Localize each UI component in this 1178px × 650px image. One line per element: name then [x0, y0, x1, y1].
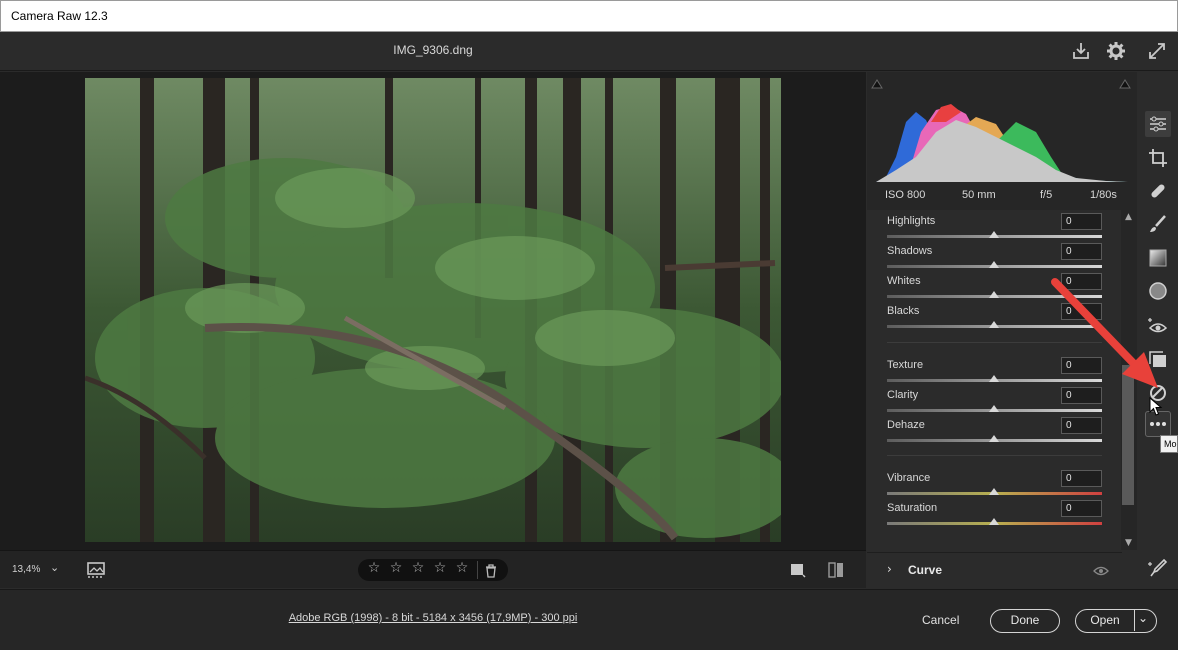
texture-label: Texture: [887, 359, 924, 371]
edit-icon[interactable]: [1145, 111, 1171, 137]
highlights-label: Highlights: [887, 215, 936, 227]
eye-icon[interactable]: [1093, 563, 1109, 577]
brush-icon[interactable]: [1147, 213, 1169, 235]
highlight-clipping-icon[interactable]: [1119, 74, 1131, 89]
rating-star-3[interactable]: ☆: [409, 560, 427, 576]
curve-label: Curve: [908, 563, 943, 577]
trash-icon[interactable]: [484, 563, 498, 578]
rating-star-2[interactable]: ☆: [387, 560, 405, 576]
color-sampler-icon[interactable]: [1147, 557, 1169, 579]
mouse-cursor-icon: [1149, 397, 1163, 416]
shadows-label: Shadows: [887, 245, 933, 257]
clarity-thumb[interactable]: [989, 405, 999, 412]
saturation-thumb[interactable]: [989, 518, 999, 525]
zoom-level[interactable]: 13,4%: [12, 564, 40, 575]
rating-star-4[interactable]: ☆: [431, 560, 449, 576]
dehaze-label: Dehaze: [887, 419, 925, 431]
shadows-input[interactable]: 0: [1061, 243, 1102, 260]
highlights-row: Highlights 0: [887, 213, 1102, 243]
vibrance-row: Vibrance 0: [887, 470, 1102, 500]
footer-bar: Adobe RGB (1998) - 8 bit - 5184 x 3456 (…: [0, 589, 1178, 650]
before-after-icon[interactable]: [826, 560, 846, 580]
filmstrip-icon[interactable]: [86, 560, 108, 580]
gear-icon[interactable]: [1105, 40, 1127, 62]
blacks-thumb[interactable]: [989, 321, 999, 328]
curve-section-header[interactable]: › Curve: [867, 552, 1122, 589]
shutter-speed: 1/80s: [1090, 189, 1117, 201]
blacks-label: Blacks: [887, 305, 920, 317]
scroll-down-icon[interactable]: ▼: [1125, 538, 1132, 548]
texture-thumb[interactable]: [989, 375, 999, 382]
section-divider: [887, 455, 1102, 456]
photo-preview[interactable]: [85, 78, 781, 542]
fullscreen-icon[interactable]: [1146, 40, 1168, 62]
shadows-thumb[interactable]: [989, 261, 999, 268]
shadow-clipping-icon[interactable]: [871, 74, 883, 89]
zoom-dropdown-icon[interactable]: ⌄: [50, 561, 59, 574]
histogram: ISO 800 50 mm f/5 1/80s: [867, 72, 1137, 210]
saturation-input[interactable]: 0: [1061, 500, 1102, 517]
scroll-up-icon[interactable]: ▲: [1125, 212, 1132, 222]
rating-star-1[interactable]: ☆: [365, 560, 383, 576]
crop-icon[interactable]: [1147, 147, 1169, 169]
gradient-filter-icon[interactable]: [1147, 247, 1169, 269]
chevron-right-icon: ›: [887, 562, 892, 576]
iso-value: ISO 800: [885, 189, 926, 201]
vibrance-label: Vibrance: [887, 472, 931, 484]
window-titlebar: Camera Raw 12.3: [0, 0, 1178, 32]
tooltip: Mo: [1160, 435, 1178, 453]
vibrance-input[interactable]: 0: [1061, 470, 1102, 487]
rating-divider: [477, 561, 478, 579]
view-mode-icon[interactable]: [790, 562, 806, 578]
cancel-button[interactable]: Cancel: [922, 613, 959, 627]
rating-bar: ☆ ☆ ☆ ☆ ☆: [358, 559, 508, 581]
highlights-input[interactable]: 0: [1061, 213, 1102, 230]
save-icon[interactable]: [1070, 40, 1092, 62]
image-viewer: [0, 72, 866, 550]
highlights-thumb[interactable]: [989, 231, 999, 238]
whites-label: Whites: [887, 275, 921, 287]
rating-star-5[interactable]: ☆: [453, 560, 471, 576]
header-bar: IMG_9306.dng: [0, 32, 1178, 71]
annotation-arrow: [1051, 278, 1158, 388]
dehaze-row: Dehaze 0: [887, 417, 1102, 447]
saturation-row: Saturation 0: [887, 500, 1102, 530]
dehaze-thumb[interactable]: [989, 435, 999, 442]
open-button[interactable]: Open: [1076, 610, 1135, 631]
camera-raw-window: IMG_9306.dng 13,4% ⌄ ☆ ☆ ☆ ☆ ☆ ISO 800 5…: [0, 32, 1178, 650]
workflow-options-link[interactable]: Adobe RGB (1998) - 8 bit - 5184 x 3456 (…: [0, 612, 866, 624]
whites-thumb[interactable]: [989, 291, 999, 298]
viewer-toolbar: 13,4% ⌄ ☆ ☆ ☆ ☆ ☆: [0, 550, 866, 588]
saturation-label: Saturation: [887, 502, 938, 514]
done-button[interactable]: Done: [990, 609, 1060, 633]
aperture-value: f/5: [1040, 189, 1053, 201]
histogram-graph: [876, 104, 1128, 182]
file-name: IMG_9306.dng: [393, 43, 473, 57]
focal-length: 50 mm: [962, 189, 996, 201]
healing-icon[interactable]: [1147, 180, 1169, 202]
window-title: Camera Raw 12.3: [11, 9, 108, 23]
vibrance-thumb[interactable]: [989, 488, 999, 495]
open-button-group: Open ⌄: [1075, 609, 1157, 633]
clarity-label: Clarity: [887, 389, 919, 401]
dehaze-input[interactable]: 0: [1061, 417, 1102, 434]
open-options-chevron-icon[interactable]: ⌄: [1138, 611, 1148, 625]
shadows-row: Shadows 0: [887, 243, 1102, 273]
